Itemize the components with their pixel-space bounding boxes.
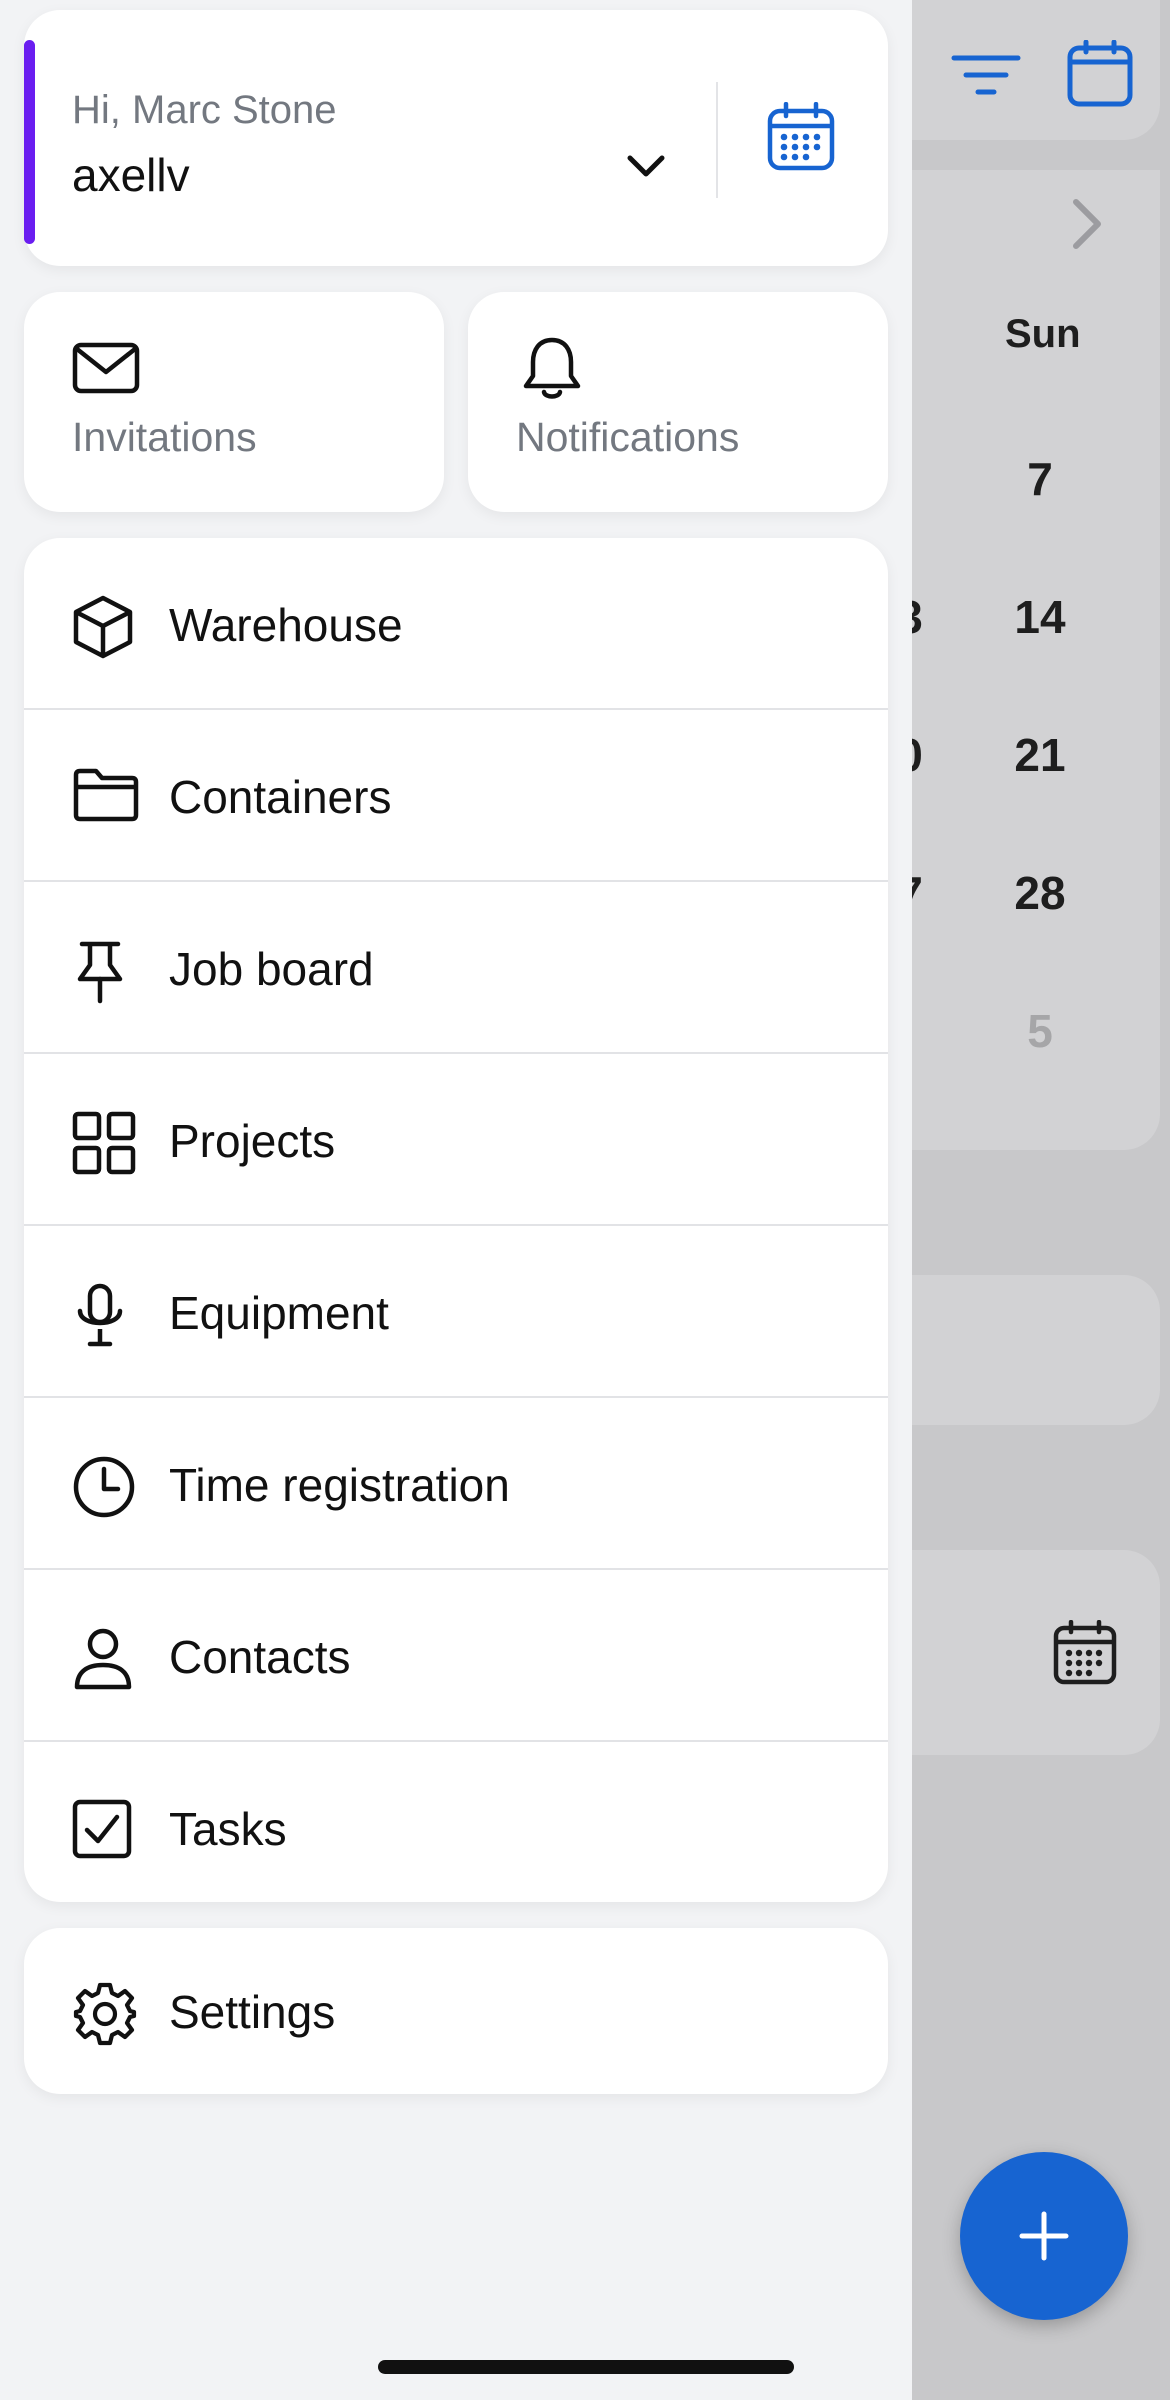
home-indicator[interactable] [378, 2360, 794, 2374]
account-name[interactable]: axellv [72, 148, 190, 202]
menu-item-label: Tasks [169, 1803, 287, 1855]
settings-item[interactable]: Settings [24, 1928, 888, 2094]
invitations-label: Invitations [72, 414, 257, 460]
notifications-label: Notifications [516, 414, 740, 460]
menu-item-contacts[interactable]: Contacts [24, 1570, 888, 1742]
notifications-tile[interactable]: Notifications [468, 292, 888, 512]
microphone-icon [72, 1283, 132, 1347]
menu-item-label: Projects [169, 1115, 336, 1167]
accent-bar [24, 40, 35, 244]
day-name-sun: Sun [1005, 312, 1081, 356]
user-card: Hi, Marc Stone axellv [24, 10, 888, 266]
envelope-icon [72, 342, 140, 399]
menu-item-tasks[interactable]: Tasks [24, 1742, 888, 1902]
menu-item-job-board[interactable]: Job board [24, 882, 888, 1054]
calendar-day-next-month[interactable]: 5 [995, 1004, 1085, 1058]
grid-icon [72, 1111, 136, 1175]
menu-list: Warehouse Containers Job board Projects … [24, 538, 888, 1902]
bell-icon [522, 336, 582, 407]
calendar-day[interactable]: 7 [995, 452, 1085, 506]
menu-item-label: Job board [169, 943, 374, 995]
gear-icon [72, 1981, 138, 2052]
person-icon [72, 1627, 132, 1690]
calendar-day[interactable]: 14 [995, 590, 1085, 644]
menu-item-projects[interactable]: Projects [24, 1054, 888, 1226]
checkbox-icon [72, 1799, 132, 1859]
clock-icon [72, 1455, 135, 1518]
menu-item-label: Containers [169, 771, 392, 823]
folder-icon [72, 767, 139, 827]
chevron-right-icon[interactable] [1066, 196, 1106, 257]
add-fab-button[interactable] [960, 2152, 1128, 2320]
navigation-drawer: Hi, Marc Stone axellv Invitations Notifi… [0, 0, 912, 2400]
calendar-grid-icon[interactable] [1052, 1619, 1118, 1691]
calendar-day[interactable]: 28 [995, 866, 1085, 920]
menu-item-equipment[interactable]: Equipment [24, 1226, 888, 1398]
menu-item-label: Time registration [169, 1459, 510, 1511]
pin-icon [72, 939, 132, 1004]
calendar-day[interactable]: 21 [995, 728, 1085, 782]
greeting-text: Hi, Marc Stone [72, 88, 337, 132]
menu-item-label: Warehouse [169, 599, 403, 651]
calendar-icon[interactable] [1066, 39, 1134, 113]
filter-icon[interactable] [950, 50, 1022, 105]
menu-item-label: Equipment [169, 1287, 389, 1339]
menu-item-containers[interactable]: Containers [24, 710, 888, 882]
chevron-down-icon[interactable] [624, 152, 668, 187]
invitations-tile[interactable]: Invitations [24, 292, 444, 512]
cube-icon [72, 595, 133, 659]
plus-icon [1019, 2211, 1069, 2261]
divider [716, 82, 718, 198]
menu-item-label: Contacts [169, 1631, 351, 1683]
menu-item-time-registration[interactable]: Time registration [24, 1398, 888, 1570]
menu-item-warehouse[interactable]: Warehouse [24, 538, 888, 710]
calendar-button-icon[interactable] [766, 101, 836, 177]
settings-label: Settings [169, 1986, 336, 2038]
